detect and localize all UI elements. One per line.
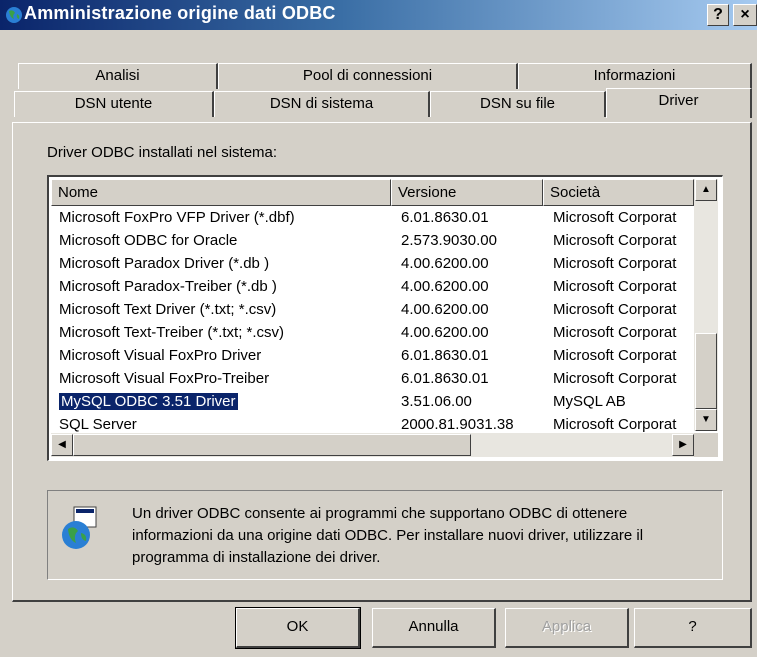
tab-dsn-utente[interactable]: DSN utente xyxy=(14,91,214,117)
scroll-up-icon[interactable]: ▲ xyxy=(695,179,717,201)
odbc-setup-icon xyxy=(62,506,97,549)
driver-version: 4.00.6200.00 xyxy=(401,301,489,318)
driver-name: MySQL ODBC 3.51 Driver xyxy=(59,390,389,413)
driver-name: Microsoft Text Driver (*.txt; *.csv) xyxy=(59,301,277,318)
tab-dsn-sistema[interactable]: DSN di sistema xyxy=(214,91,430,117)
installed-drivers-label: Driver ODBC installati nel sistema: xyxy=(47,144,278,161)
scroll-left-icon[interactable]: ◀ xyxy=(51,434,73,456)
driver-version: 4.00.6200.00 xyxy=(401,324,489,341)
driver-name: Microsoft Paradox Driver (*.db ) xyxy=(59,255,270,272)
apply-button-label: Applica xyxy=(541,618,592,635)
driver-company: Microsoft Corporat xyxy=(553,209,677,226)
scroll-down-icon[interactable]: ▼ xyxy=(695,409,717,431)
tab-informazioni[interactable]: Informazioni xyxy=(518,63,752,89)
column-header-name[interactable]: Nome xyxy=(51,179,391,206)
list-item[interactable]: Microsoft Text Driver (*.txt; *.csv) 4.0… xyxy=(51,298,696,321)
odbc-admin-window: Amministrazione origine dati ODBC ? × An… xyxy=(0,0,757,657)
list-item[interactable]: Microsoft Text-Treiber (*.txt; *.csv) 4.… xyxy=(51,321,696,344)
list-item[interactable]: Microsoft FoxPro VFP Driver (*.dbf) 6.01… xyxy=(51,206,696,229)
window-title: Amministrazione origine dati ODBC xyxy=(24,3,336,23)
list-item-selected[interactable]: MySQL ODBC 3.51 Driver 3.51.06.00 MySQL … xyxy=(51,390,696,413)
driver-name: Microsoft Text-Treiber (*.txt; *.csv) xyxy=(59,324,285,341)
close-title-button[interactable]: × xyxy=(733,4,757,26)
odbc-globe-icon xyxy=(6,7,22,23)
ok-button[interactable]: OK xyxy=(235,607,361,649)
scrollbar-corner xyxy=(694,433,718,457)
driver-company: Microsoft Corporat xyxy=(553,324,677,341)
vertical-scrollbar[interactable]: ▲ ▼ xyxy=(694,179,718,431)
scroll-right-icon[interactable]: ▶ xyxy=(672,434,694,456)
driver-name: Microsoft ODBC for Oracle xyxy=(59,232,238,249)
title-bar[interactable]: Amministrazione origine dati ODBC ? × xyxy=(0,0,757,30)
driver-name: Microsoft Visual FoxPro-Treiber xyxy=(59,370,270,387)
driver-name: Microsoft FoxPro VFP Driver (*.dbf) xyxy=(59,209,295,226)
driver-name: Microsoft Visual FoxPro Driver xyxy=(59,347,262,364)
driver-version: 3.51.06.00 xyxy=(401,393,472,410)
cancel-button-label: Annulla xyxy=(408,618,459,635)
cancel-button[interactable]: Annulla xyxy=(372,608,496,648)
help-button-label: ? xyxy=(688,618,697,635)
list-item[interactable]: Microsoft ODBC for Oracle 2.573.9030.00 … xyxy=(51,229,696,252)
tab-analisi[interactable]: Analisi xyxy=(18,63,218,89)
list-item[interactable]: Microsoft Paradox-Treiber (*.db ) 4.00.6… xyxy=(51,275,696,298)
driver-company: Microsoft Corporat xyxy=(553,370,677,387)
tab-dsn-file[interactable]: DSN su file xyxy=(430,91,606,117)
horizontal-scrollbar[interactable]: ◀ ▶ xyxy=(51,433,694,457)
list-item[interactable]: Microsoft Visual FoxPro-Treiber 6.01.863… xyxy=(51,367,696,390)
tab-pool-connessioni[interactable]: Pool di connessioni xyxy=(218,63,518,89)
info-text: Un driver ODBC consente ai programmi che… xyxy=(132,505,644,566)
drivers-list[interactable]: Nome Versione Società Microsoft FoxPro V… xyxy=(47,175,723,461)
vertical-scroll-thumb[interactable] xyxy=(695,333,717,409)
selected-driver-name: MySQL ODBC 3.51 Driver xyxy=(59,393,238,410)
driver-company: Microsoft Corporat xyxy=(553,255,677,272)
driver-company: MySQL AB xyxy=(553,393,626,410)
help-title-button[interactable]: ? xyxy=(707,4,729,26)
ok-button-label: OK xyxy=(286,618,309,635)
help-button[interactable]: ? xyxy=(634,608,752,648)
tab-driver[interactable]: Driver xyxy=(606,88,752,118)
column-header-version[interactable]: Versione xyxy=(391,179,543,206)
driver-name: Microsoft Paradox-Treiber (*.db ) xyxy=(59,278,277,295)
column-header-company[interactable]: Società xyxy=(543,179,694,206)
horizontal-scroll-thumb[interactable] xyxy=(73,434,471,456)
driver-version: 6.01.8630.01 xyxy=(401,347,489,364)
driver-version: 4.00.6200.00 xyxy=(401,255,489,272)
driver-version: 6.01.8630.01 xyxy=(401,370,489,387)
driver-company: Microsoft Corporat xyxy=(553,232,677,249)
driver-company: Microsoft Corporat xyxy=(553,347,677,364)
driver-company: Microsoft Corporat xyxy=(553,301,677,318)
driver-version: 4.00.6200.00 xyxy=(401,278,489,295)
driver-company: Microsoft Corporat xyxy=(553,278,677,295)
driver-version: 6.01.8630.01 xyxy=(401,209,489,226)
apply-button[interactable]: Applica xyxy=(505,608,629,648)
list-item[interactable]: Microsoft Paradox Driver (*.db ) 4.00.62… xyxy=(51,252,696,275)
driver-version: 2.573.9030.00 xyxy=(401,232,497,249)
list-item[interactable]: Microsoft Visual FoxPro Driver 6.01.8630… xyxy=(51,344,696,367)
